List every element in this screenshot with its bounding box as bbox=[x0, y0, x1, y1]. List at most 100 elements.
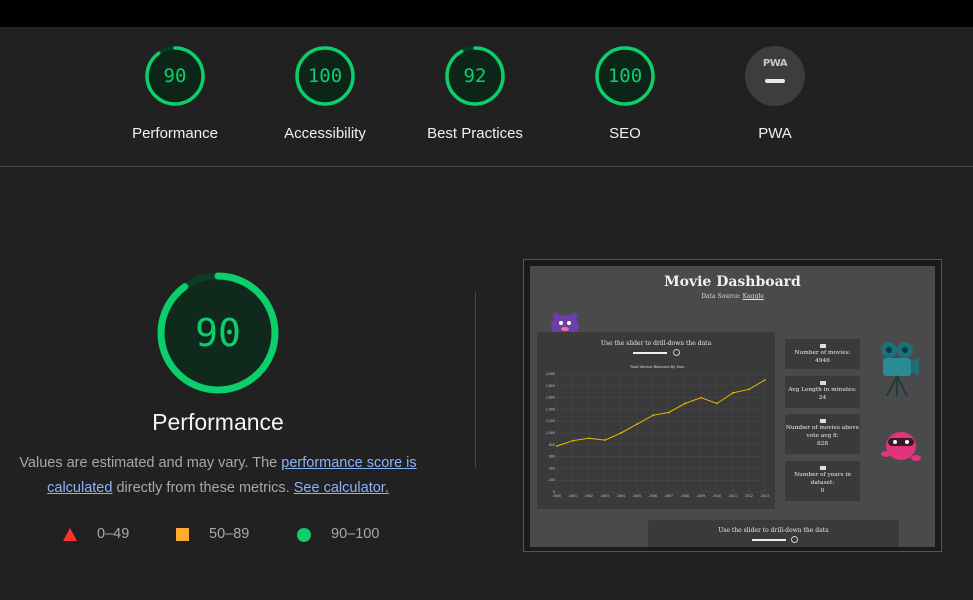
stat-years-in-dataset-value: 0 bbox=[820, 488, 825, 494]
stat-years-in-dataset-label: Number of years in dataset: bbox=[794, 472, 851, 486]
dashboard-screenshot: Movie Dashboard Data Source: Kaggle Use … bbox=[530, 266, 935, 547]
performance-description: Values are estimated and may vary. The p… bbox=[8, 451, 428, 501]
circle-icon bbox=[297, 528, 311, 542]
film-camera-mascot-icon bbox=[881, 342, 919, 397]
y-tick-label: 1,000 bbox=[546, 431, 555, 435]
y-tick-label: 1,400 bbox=[546, 407, 555, 411]
data-point bbox=[620, 432, 622, 434]
stat-number-of-movies: Number of movies: 4946 bbox=[785, 339, 860, 369]
x-tick-label: 2001 bbox=[569, 494, 577, 498]
calendar-icon bbox=[819, 466, 826, 470]
x-tick-label: 2011 bbox=[729, 494, 737, 498]
pwa-logo-text: PWA bbox=[762, 58, 788, 69]
score-legend: 0–49 50–89 90–100 bbox=[0, 524, 436, 546]
y-tick-label: 400 bbox=[549, 466, 555, 470]
data-point bbox=[732, 391, 734, 394]
chart-title: Total Movies Released By Year bbox=[630, 365, 685, 369]
x-tick-label: 2007 bbox=[665, 494, 673, 498]
score-best-practices: 92 bbox=[463, 65, 487, 87]
x-tick-label: 2013 bbox=[761, 494, 769, 498]
x-tick-label: 2002 bbox=[585, 494, 593, 498]
y-tick-label: 1,800 bbox=[546, 384, 555, 388]
data-point bbox=[700, 396, 702, 399]
label-pwa: PWA bbox=[758, 125, 792, 142]
series-line bbox=[556, 379, 766, 447]
refresh-icon bbox=[673, 349, 680, 356]
desc-middle: directly from these metrics. bbox=[112, 480, 294, 496]
final-screenshot-thumbnail[interactable]: Movie Dashboard Data Source: Kaggle Use … bbox=[523, 259, 942, 552]
stat-number-of-movies-label: Number of movies: bbox=[794, 350, 851, 356]
data-point bbox=[684, 402, 686, 405]
y-tick-label: 1,200 bbox=[546, 419, 555, 423]
label-seo: SEO bbox=[609, 125, 641, 142]
y-tick-label: 600 bbox=[549, 455, 555, 459]
star-icon bbox=[819, 419, 826, 423]
bottom-slider-card: Use the slider to drill-down the data bbox=[648, 520, 899, 547]
legend-pass-range: 90–100 bbox=[331, 526, 380, 542]
stat-avg-length: Avg Length in minutes: 24 bbox=[785, 376, 860, 408]
chart-slider-track bbox=[633, 352, 667, 354]
stat-avg-length-label: Avg Length in minutes: bbox=[788, 387, 857, 393]
score-seo: 100 bbox=[607, 65, 643, 87]
data-point bbox=[764, 379, 766, 381]
data-point bbox=[652, 414, 654, 417]
dashboard-title: Movie Dashboard bbox=[664, 274, 801, 290]
stat-above-vote-avg: Number of movies above vote avg 8: 828 bbox=[785, 414, 860, 454]
stat-above-vote-avg-value: 828 bbox=[816, 441, 829, 447]
y-tick-label: 800 bbox=[549, 443, 555, 447]
square-icon bbox=[176, 528, 189, 541]
legend-fail-range: 0–49 bbox=[97, 526, 130, 542]
performance-title: Performance bbox=[152, 409, 284, 435]
data-point bbox=[748, 388, 750, 391]
stat-avg-length-value: 24 bbox=[818, 395, 827, 401]
x-tick-label: 2012 bbox=[745, 494, 753, 498]
chart-slider-text: Use the slider to drill-down the data bbox=[600, 340, 712, 347]
category-scores: 90 Performance 100 Accessibility 92 Best… bbox=[0, 27, 973, 167]
browser-top-bar bbox=[0, 0, 973, 27]
x-tick-label: 2009 bbox=[697, 494, 705, 498]
label-performance: Performance bbox=[132, 125, 218, 142]
film-icon bbox=[819, 344, 826, 348]
x-tick-label: 2004 bbox=[617, 494, 625, 498]
movies-line-chart: Total Movies Released By Year 2,000 1,800 1… bbox=[546, 365, 769, 498]
pwa-dash-icon bbox=[765, 79, 785, 83]
x-tick-label: 2003 bbox=[601, 494, 609, 498]
dashboard-source: Data Source: Kaggle bbox=[530, 293, 935, 300]
triangle-icon bbox=[63, 528, 77, 541]
y-tick-label: 200 bbox=[549, 478, 555, 482]
x-tick-label: 2000 bbox=[553, 494, 561, 498]
data-point bbox=[636, 423, 638, 426]
source-link: Kaggle bbox=[742, 293, 764, 300]
y-tick-label: 1,600 bbox=[546, 396, 555, 400]
stat-above-vote-avg-label: Number of movies above vote avg 8: bbox=[785, 425, 860, 439]
bottom-slider-track bbox=[752, 539, 786, 541]
data-point bbox=[572, 439, 574, 442]
bottom-slider-text: Use the slider to drill-down the data bbox=[718, 527, 829, 534]
score-performance: 90 bbox=[163, 65, 187, 87]
data-point bbox=[716, 402, 718, 405]
data-point bbox=[556, 445, 558, 447]
bottom-refresh-icon bbox=[791, 536, 798, 543]
stat-number-of-movies-value: 4946 bbox=[815, 358, 830, 364]
clock-icon bbox=[819, 381, 826, 385]
label-best-practices: Best Practices bbox=[427, 125, 523, 142]
performance-big-score: 90 bbox=[195, 311, 241, 355]
pink-monster-mascot-icon bbox=[881, 432, 921, 461]
section-divider bbox=[475, 292, 476, 467]
source-prefix: Data Source: bbox=[701, 293, 743, 300]
label-accessibility: Accessibility bbox=[284, 125, 366, 142]
chart-card: Use the slider to drill-down the data To… bbox=[537, 332, 775, 509]
data-point bbox=[604, 439, 606, 441]
stat-years-in-dataset: Number of years in dataset: 0 bbox=[785, 461, 860, 501]
y-tick-label: 2,000 bbox=[546, 372, 555, 376]
data-point bbox=[588, 437, 590, 440]
score-accessibility: 100 bbox=[307, 65, 343, 87]
legend-average-range: 50–89 bbox=[209, 526, 250, 542]
x-tick-label: 2008 bbox=[681, 494, 689, 498]
see-calculator-link[interactable]: See calculator. bbox=[294, 480, 389, 496]
x-tick-label: 2010 bbox=[713, 494, 721, 498]
x-tick-label: 2005 bbox=[633, 494, 641, 498]
desc-prefix: Values are estimated and may vary. The bbox=[19, 455, 282, 471]
x-tick-label: 2006 bbox=[649, 494, 657, 498]
pwa-badge-icon: PWA bbox=[745, 46, 805, 106]
